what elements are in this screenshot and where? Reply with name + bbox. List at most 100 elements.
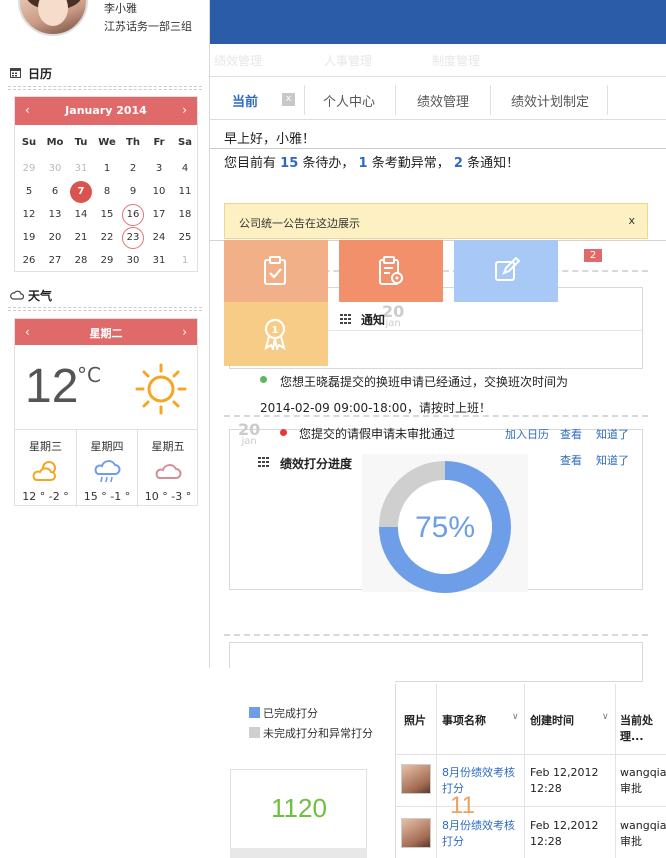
menu-item-performance[interactable]: 绩效管理: [214, 52, 262, 69]
table-row-handler: wangqian 审批: [620, 819, 666, 848]
divider: [224, 634, 648, 636]
column-header[interactable]: 创建时间: [530, 712, 574, 728]
calendar-day[interactable]: 27: [44, 250, 66, 272]
calendar-day[interactable]: 30: [122, 250, 144, 272]
calendar-day[interactable]: 13: [44, 204, 66, 226]
tab-performance-plan[interactable]: 绩效计划制定: [511, 91, 589, 110]
row-separator: [396, 806, 666, 807]
calendar-day[interactable]: 17: [148, 204, 170, 226]
pending-label: 条待办，: [302, 156, 355, 171]
calendar-day[interactable]: 1: [174, 250, 196, 272]
notifications-title: 通知: [361, 313, 386, 327]
calendar-day[interactable]: 23: [122, 227, 144, 249]
next-day-icon[interactable]: ›: [182, 325, 187, 339]
column-header[interactable]: 事项名称: [442, 712, 486, 728]
greeting: 早上好，小雅！: [224, 132, 316, 147]
divider: [210, 148, 666, 149]
calendar-day[interactable]: 31: [70, 158, 92, 180]
calendar-day[interactable]: 20: [44, 227, 66, 249]
forecast-day: 星期四 15 ° -1 °: [76, 429, 137, 507]
calendar-day[interactable]: 7: [70, 181, 92, 203]
menu-item-hr[interactable]: 人事管理: [324, 52, 372, 69]
legend-swatch: [249, 727, 260, 738]
announcement-banner: 公司统一公告在这边展示 x: [224, 203, 648, 239]
calendar-day[interactable]: 5: [18, 181, 40, 203]
calendar-day[interactable]: 18: [174, 204, 196, 226]
calendar-day[interactable]: 6: [44, 181, 66, 203]
divider: [224, 415, 648, 417]
calendar-day[interactable]: 15: [96, 204, 118, 226]
row-avatar: [401, 764, 431, 794]
calendar-day[interactable]: 22: [96, 227, 118, 249]
calendar-day[interactable]: 12: [18, 204, 40, 226]
tab-performance[interactable]: 绩效管理: [417, 91, 469, 110]
forecast-day-name: 星期四: [90, 440, 124, 453]
menu-item-policy[interactable]: 制度管理: [432, 52, 480, 69]
close-tab-icon[interactable]: x: [282, 93, 295, 106]
calendar-day[interactable]: 1: [96, 158, 118, 180]
calendar-icon: [10, 67, 22, 81]
weather-title: 天气: [28, 289, 53, 303]
sort-chevron-icon[interactable]: ∨: [602, 712, 609, 722]
calendar-month-label: January 2014: [65, 104, 147, 117]
award-icon: 1: [264, 318, 286, 350]
announcement-text: 公司统一公告在这边展示: [239, 217, 360, 230]
calendar-day[interactable]: 11: [174, 181, 196, 203]
calendar-weekday: Su: [21, 137, 37, 148]
summary-line: 您目前有 15 条待办， 1 条考勤异常， 2 条通知！: [224, 152, 519, 171]
calendar-day[interactable]: 19: [18, 227, 40, 249]
avatar[interactable]: [18, 0, 88, 36]
divider: [8, 89, 202, 90]
sort-chevron-icon[interactable]: ∨: [512, 712, 519, 722]
calendar-day[interactable]: 9: [122, 181, 144, 203]
rain-icon: [94, 460, 121, 483]
calendar-day[interactable]: 21: [70, 227, 92, 249]
calendar-day[interactable]: 3: [148, 158, 170, 180]
calendar-weekday: Tu: [74, 137, 88, 148]
calendar-day[interactable]: 24: [148, 227, 170, 249]
edit-tile[interactable]: [454, 240, 558, 302]
top-bar: [210, 0, 666, 44]
calendar-day[interactable]: 14: [70, 204, 92, 226]
notification-text: 您提交的请假申请未审批通过: [299, 427, 456, 441]
tab-current[interactable]: 当前: [232, 91, 258, 110]
calendar-day[interactable]: 8: [96, 181, 118, 203]
weather-widget: ‹ 星期二 › 12 °C 星期三 12 ° -2 ° 星期四 15 ° -1 …: [14, 318, 198, 507]
performance-date: 20 jan: [238, 420, 260, 447]
calendar-day[interactable]: 31: [148, 250, 170, 272]
attendance-count[interactable]: 1: [359, 156, 368, 171]
grid-icon: [340, 314, 352, 324]
calendar-day[interactable]: 25: [174, 227, 196, 249]
tab-personal-center[interactable]: 个人中心: [323, 91, 375, 110]
column-separator: [615, 684, 616, 858]
calendar-day[interactable]: 26: [18, 250, 40, 272]
forecast-day-name: 星期五: [151, 440, 185, 453]
announcement-close-button[interactable]: x: [628, 214, 635, 227]
add-to-calendar-link[interactable]: 加入日历: [505, 426, 549, 442]
notice-count[interactable]: 2: [454, 156, 463, 171]
pending-count[interactable]: 15: [280, 156, 298, 171]
performance-title: 绩效打分进度: [280, 457, 353, 471]
calendar-day[interactable]: 28: [70, 250, 92, 272]
settings-tile[interactable]: [339, 240, 443, 302]
notification-date: 20 jan: [382, 302, 404, 329]
next-month-icon[interactable]: ›: [182, 103, 187, 117]
table-row-item[interactable]: 8月份绩效考核打分: [442, 818, 518, 850]
calendar-day[interactable]: 10: [148, 181, 170, 203]
row-avatar: [401, 818, 431, 848]
award-tile[interactable]: 1: [224, 302, 328, 366]
sun-icon: [135, 363, 187, 415]
dismiss-link[interactable]: 知道了: [596, 452, 629, 468]
view-link[interactable]: 查看: [560, 426, 582, 442]
calendar-day[interactable]: 30: [44, 158, 66, 180]
calendar-day[interactable]: 4: [174, 158, 196, 180]
calendar-day[interactable]: 29: [96, 250, 118, 272]
dismiss-link[interactable]: 知道了: [596, 426, 629, 442]
approval-tile[interactable]: [224, 240, 328, 302]
legend-swatch: [249, 707, 260, 718]
calendar-day[interactable]: 29: [18, 158, 40, 180]
calendar-day[interactable]: 16: [122, 204, 144, 226]
calendar-day[interactable]: 2: [122, 158, 144, 180]
column-header[interactable]: 当前处理...: [620, 712, 666, 744]
view-link[interactable]: 查看: [560, 452, 582, 468]
